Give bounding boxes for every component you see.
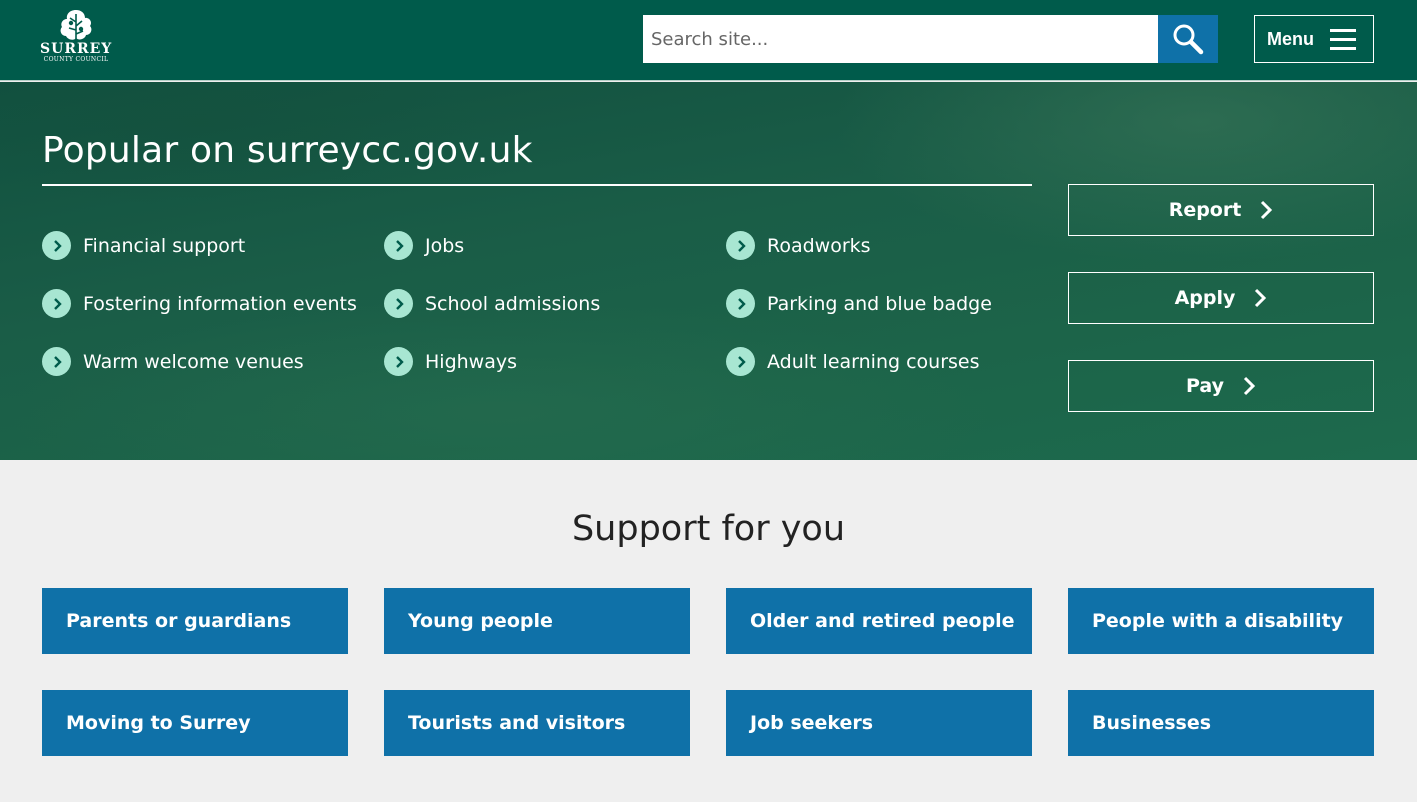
chevron-right-icon xyxy=(726,289,755,318)
popular-link-adult-learning[interactable]: Adult learning courses xyxy=(726,347,980,376)
tile-moving-to-surrey[interactable]: Moving to Surrey xyxy=(42,690,348,756)
popular-title: Popular on surreycc.gov.uk xyxy=(42,130,533,171)
chevron-right-icon xyxy=(1243,376,1256,396)
tile-tourists-and-visitors[interactable]: Tourists and visitors xyxy=(384,690,690,756)
search-input[interactable] xyxy=(643,15,1158,63)
chevron-right-icon xyxy=(42,289,71,318)
chevron-right-icon xyxy=(726,347,755,376)
apply-label: Apply xyxy=(1174,287,1236,309)
popular-link-financial-support[interactable]: Financial support xyxy=(42,231,245,260)
tile-older-and-retired-people[interactable]: Older and retired people xyxy=(726,588,1032,654)
logo-subtitle: COUNTY COUNCIL xyxy=(43,56,109,63)
chevron-right-icon xyxy=(384,231,413,260)
popular-link-label: School admissions xyxy=(425,292,601,315)
search-button[interactable] xyxy=(1158,15,1218,63)
pay-label: Pay xyxy=(1185,375,1225,397)
logo-brand: SURREY xyxy=(40,41,113,57)
popular-link-parking[interactable]: Parking and blue badge xyxy=(726,289,992,318)
report-button[interactable]: Report xyxy=(1068,184,1374,236)
popular-link-label: Highways xyxy=(425,350,517,373)
tile-job-seekers[interactable]: Job seekers xyxy=(726,690,1032,756)
pay-button[interactable]: Pay xyxy=(1068,360,1374,412)
tile-young-people[interactable]: Young people xyxy=(384,588,690,654)
tile-people-with-a-disability[interactable]: People with a disability xyxy=(1068,588,1374,654)
popular-link-highways[interactable]: Highways xyxy=(384,347,517,376)
popular-link-label: Parking and blue badge xyxy=(767,292,992,315)
support-title: Support for you xyxy=(571,509,846,549)
tile-businesses[interactable]: Businesses xyxy=(1068,690,1374,756)
tile-parents-or-guardians[interactable]: Parents or guardians xyxy=(42,588,348,654)
popular-link-label: Adult learning courses xyxy=(767,350,980,373)
hamburger-icon xyxy=(1330,28,1356,50)
popular-link-label: Jobs xyxy=(425,234,465,257)
popular-section: Popular on surreycc.gov.uk Financial sup… xyxy=(0,82,1417,460)
report-label: Report xyxy=(1168,199,1242,221)
chevron-right-icon xyxy=(1255,288,1267,308)
popular-link-school-admissions[interactable]: School admissions xyxy=(384,289,600,318)
popular-link-fostering[interactable]: Fostering information events xyxy=(42,289,357,318)
chevron-right-icon xyxy=(384,347,413,376)
chevron-right-icon xyxy=(384,289,413,318)
popular-link-label: Financial support xyxy=(83,234,246,257)
chevron-right-icon xyxy=(1261,200,1273,220)
search-icon xyxy=(1173,24,1204,55)
popular-link-label: Roadworks xyxy=(767,234,871,257)
chevron-right-icon xyxy=(726,231,755,260)
surrey-logo[interactable]: SURREY COUNTY COUNCIL xyxy=(40,8,112,72)
oak-leaf-icon xyxy=(60,10,92,42)
apply-button[interactable]: Apply xyxy=(1068,272,1374,324)
title-divider xyxy=(42,184,1032,186)
popular-link-label: Warm welcome venues xyxy=(83,350,304,373)
popular-link-roadworks[interactable]: Roadworks xyxy=(726,231,871,260)
popular-link-jobs[interactable]: Jobs xyxy=(384,231,464,260)
site-header: SURREY COUNTY COUNCIL Menu xyxy=(0,0,1417,81)
menu-label: Menu xyxy=(1267,28,1314,49)
chevron-right-icon xyxy=(42,347,71,376)
chevron-right-icon xyxy=(42,231,71,260)
menu-button[interactable]: Menu xyxy=(1254,15,1374,63)
popular-link-warm-welcome[interactable]: Warm welcome venues xyxy=(42,347,304,376)
popular-link-label: Fostering information events xyxy=(83,292,357,315)
